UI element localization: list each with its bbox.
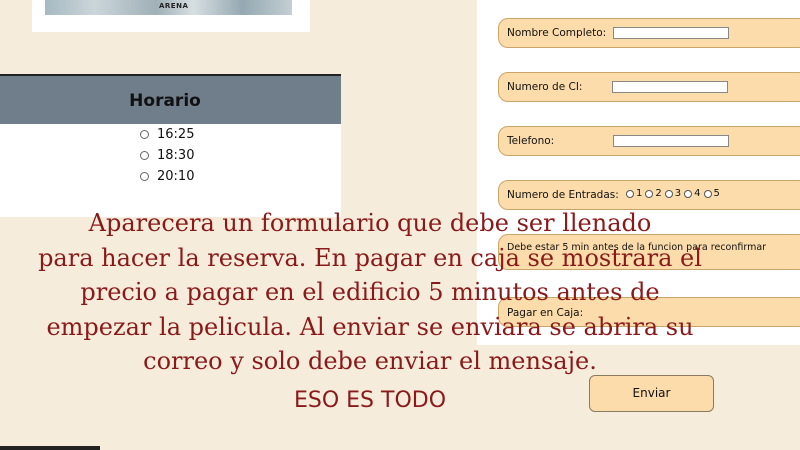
- name-field: Nombre Completo:: [498, 18, 800, 48]
- instructions-closing: ESO ES TODO: [293, 388, 447, 413]
- ticket-option-label: 1: [636, 188, 643, 199]
- radio-button[interactable]: [626, 189, 634, 198]
- ticket-option-label: 2: [655, 188, 662, 199]
- schedule-panel: Horario 16:25 18:30 20:10: [0, 74, 341, 217]
- movie-poster-image: ARENA: [45, 0, 292, 15]
- ci-label: Numero de CI:: [507, 81, 583, 93]
- radio-button[interactable]: [140, 130, 149, 139]
- ticket-option-label: 4: [694, 188, 701, 199]
- time-option[interactable]: 16:25: [140, 127, 194, 142]
- ci-input[interactable]: [612, 81, 728, 93]
- radio-button[interactable]: [140, 172, 149, 181]
- radio-button[interactable]: [684, 189, 693, 198]
- instructions-paragraph: Aparecera un formulario que debe ser lle…: [38, 209, 702, 375]
- phone-input[interactable]: [613, 135, 729, 147]
- time-option[interactable]: 20:10: [140, 169, 194, 184]
- name-label: Nombre Completo:: [507, 27, 607, 39]
- phone-field: Telefono:: [498, 126, 800, 156]
- divider: [0, 446, 100, 450]
- time-label: 16:25: [157, 127, 195, 142]
- name-input[interactable]: [613, 27, 729, 39]
- radio-button[interactable]: [140, 151, 149, 160]
- time-label: 20:10: [157, 169, 195, 184]
- schedule-title: Horario: [129, 91, 201, 111]
- ticket-option-label: 5: [713, 188, 720, 199]
- ci-field: Numero de CI:: [498, 72, 800, 102]
- radio-button[interactable]: [703, 189, 712, 198]
- ticket-option-label: 3: [674, 188, 682, 199]
- radio-button[interactable]: [664, 189, 673, 198]
- time-option[interactable]: 18:30: [140, 148, 194, 163]
- time-label: 18:30: [157, 148, 195, 163]
- radio-button[interactable]: [645, 189, 654, 198]
- schedule-header: Horario: [0, 74, 341, 124]
- tickets-label: Numero de Entradas:: [507, 189, 619, 201]
- phone-label: Telefono:: [507, 135, 555, 147]
- tickets-radio-group: 1 2 3 4 5: [624, 188, 720, 199]
- poster-title: ARENA: [159, 2, 189, 10]
